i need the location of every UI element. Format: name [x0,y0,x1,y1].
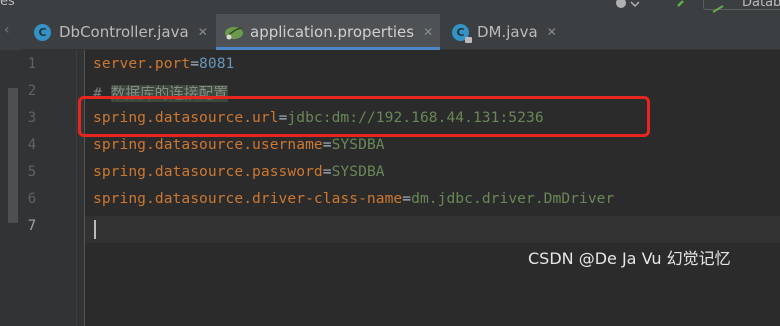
code-line-5[interactable]: spring.datasource.password=SYSDBA [93,163,385,180]
property-key: spring.datasource.driver-class-name [93,190,403,207]
property-value: SYSDBA [331,163,385,180]
code-line-4[interactable]: spring.datasource.username=SYSDBA [93,136,385,153]
close-icon[interactable]: ✕ [423,25,433,39]
equals-sign: = [322,136,332,153]
close-icon[interactable]: ✕ [198,25,208,39]
watermark: CSDN @De Ja Vu 幻觉记忆 [528,249,731,268]
property-key: spring.datasource.username [93,136,323,153]
code-line-6[interactable]: spring.datasource.driver-class-name=dm.j… [93,190,614,207]
tab-dm-java[interactable]: C DM.java ✕ [444,14,565,50]
line-number: 1 [27,56,37,72]
user-icon[interactable] [612,0,642,10]
tab-label: application.properties [250,23,415,41]
line-number: 2 [27,83,37,99]
code-line-1[interactable]: server.port=8081 [93,55,234,72]
line-number-current: 7 [27,218,37,234]
class-c-icon: C [34,23,51,41]
text-caret [94,220,96,239]
close-icon[interactable]: ✕ [547,25,557,39]
line-number: 6 [27,191,37,207]
property-key: server.port [93,55,191,72]
spring-leaf-icon [224,24,244,41]
tab-scroll-left-button[interactable]: ‹ [0,14,22,50]
database-button-label: Datab [742,0,780,10]
toolbar-left-text: es [0,0,15,9]
editor-tab-bar: ‹ C DbController.java ✕ application.prop… [0,14,780,50]
line-number: 4 [27,137,37,153]
line-number: 5 [27,164,37,180]
property-key: spring.datasource.password [93,163,323,180]
line-number-gutter [0,50,84,326]
top-toolbar: es Datab [0,0,780,14]
line-number: 3 [27,110,37,126]
property-value: dm.jdbc.driver.DmDriver [411,190,615,207]
class-c-locked-icon: C [452,23,472,43]
gutter-separator [84,50,85,326]
equals-sign: = [322,163,332,180]
tab-dbcontroller[interactable]: C DbController.java ✕ [26,14,216,50]
property-value: SYSDBA [331,136,385,153]
database-icon [712,0,724,13]
highlight-annotation-box [78,96,650,137]
tab-label: DbController.java [59,23,189,41]
build-arrow-icon[interactable] [676,0,690,10]
current-line-highlight [85,216,780,243]
property-value: 8081 [199,55,235,72]
equals-sign: = [402,190,412,207]
gutter-scrollbar[interactable] [8,88,18,223]
database-button[interactable]: Datab [703,0,780,13]
tab-application-properties[interactable]: application.properties ✕ [216,14,440,50]
code-editor[interactable]: 1 2 3 4 5 6 7 server.port=8081 # 数据库的连接配… [0,50,780,326]
tab-label: DM.java [477,23,538,41]
equals-sign: = [190,55,200,72]
chevron-left-icon: ‹ [4,22,10,38]
fold-guide [76,50,77,326]
